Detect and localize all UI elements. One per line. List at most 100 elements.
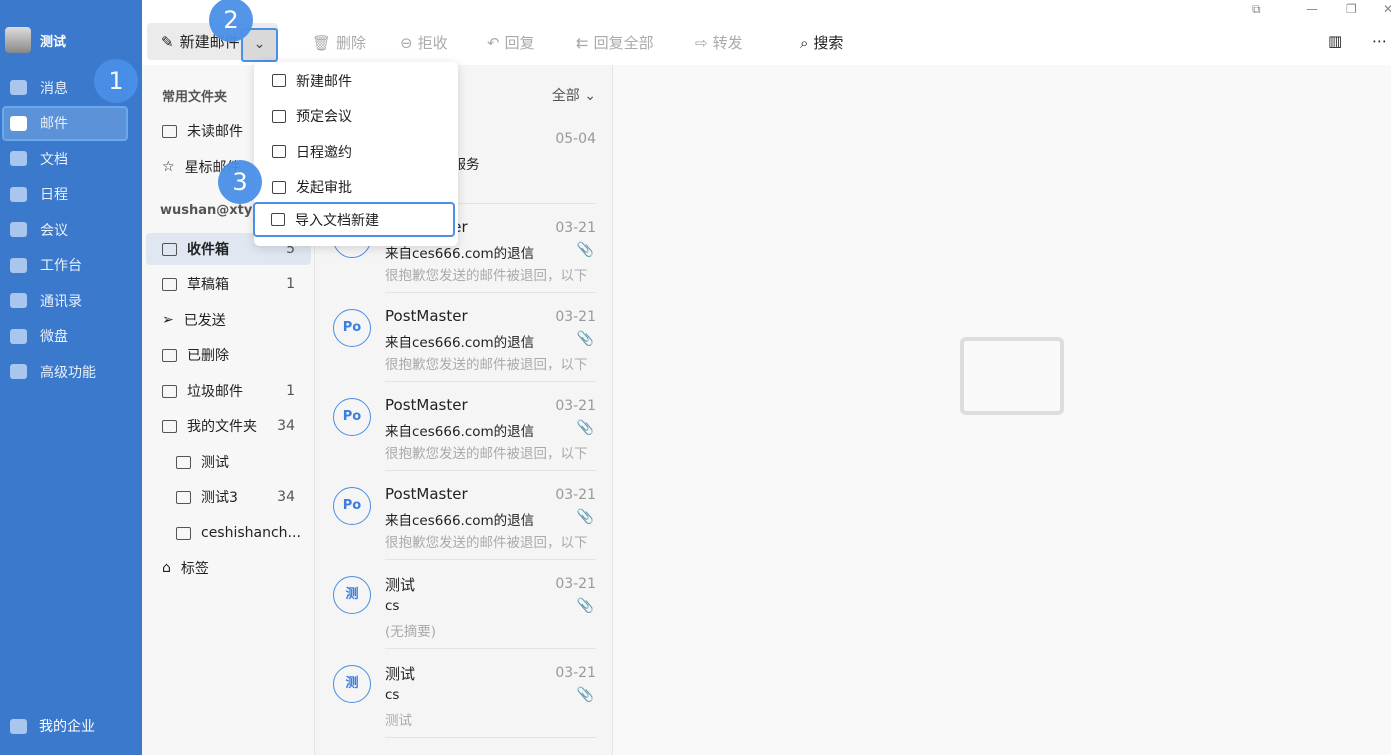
reply-all-button[interactable]: ⇇ 回复全部	[576, 32, 654, 53]
divider	[385, 737, 596, 738]
mail-date: 03-21	[555, 576, 596, 592]
common-folders-header: 常用文件夹	[162, 90, 228, 105]
folder-count: 1	[286, 276, 295, 292]
folder-sent[interactable]: ➢ 已发送	[146, 304, 311, 336]
folder-icon	[176, 455, 191, 469]
sidebar-item-contacts[interactable]: 通讯录	[0, 283, 142, 319]
folder-sub[interactable]: ceshishanch...	[146, 517, 311, 549]
folder-drafts[interactable]: 草稿箱 1	[146, 268, 311, 300]
mail-list-item[interactable]: Po PostMaster 03-21 来自ces666.com的退信很抱歉您发送的邮…	[315, 382, 612, 471]
search-label: 搜索	[813, 34, 844, 52]
menu-item-label: 导入文档新建	[295, 212, 379, 229]
sidebar-item-premium[interactable]: 高级功能	[0, 354, 142, 390]
search-icon: ⌕	[800, 33, 809, 52]
premium-icon	[10, 364, 27, 380]
compose-icon: ✎	[161, 32, 174, 51]
filter-dropdown[interactable]: 全部 ⌄	[552, 85, 596, 105]
reply-icon: ↶	[487, 33, 500, 52]
menu-item[interactable]: 导入文档新建	[253, 202, 455, 237]
mail-summary: 很抱歉您发送的邮件被退回，以下	[385, 357, 588, 373]
attachment-icon: 📎	[576, 420, 594, 436]
mail-icon	[272, 74, 286, 87]
folder-label: 已发送	[183, 313, 226, 329]
mail-subject: 来自ces666.com的退信	[385, 335, 535, 351]
close-icon[interactable]: ✕	[1383, 2, 1391, 16]
search-button[interactable]: ⌕ 搜索	[800, 32, 843, 53]
sidebar-item-drive[interactable]: 微盘	[0, 319, 142, 355]
send-icon: ➢	[162, 312, 174, 328]
mail-list-item[interactable]: Po PostMaster 03-21 来自ces666.com的退信很抱歉您发送的邮…	[315, 293, 612, 382]
mail-list-item[interactable]: Po PostMaster 03-21 来自ces666.com的退信很抱歉您发送的邮…	[315, 471, 612, 560]
mail-date: 03-21	[555, 665, 596, 681]
mail-list-item[interactable]: 测测试 03-21 cs (无摘要) 📎	[315, 560, 612, 649]
attachment-icon: 📎	[576, 242, 594, 258]
reject-button[interactable]: ⊖ 拒收	[400, 32, 448, 53]
more-button[interactable]: ⋯	[1372, 32, 1387, 50]
folder-count: 34	[277, 418, 295, 434]
forward-button[interactable]: ⇨ 转发	[695, 32, 743, 53]
folder-my-folders[interactable]: 我的文件夹 34	[146, 410, 311, 442]
folder-label: 测试3	[201, 490, 238, 506]
trash-icon	[162, 348, 177, 362]
drive-icon	[10, 328, 27, 344]
sidebar-item-meeting[interactable]: 会议	[0, 212, 142, 248]
menu-item[interactable]: 新建邮件	[254, 63, 458, 98]
mail-summary: 很抱歉您发送的邮件被退回，以下	[385, 446, 588, 462]
sidebar: 测试 消息邮件文档日程会议 工作台 通讯录 微盘 高级功能 我的企业	[0, 0, 142, 755]
pin-icon[interactable]: ⧉	[1252, 2, 1261, 17]
menu-item[interactable]: 日程邀约	[254, 134, 458, 169]
folder-sub[interactable]: 测试3 34	[146, 481, 311, 513]
account-header[interactable]: wushan@xty3	[160, 203, 261, 218]
folder-deleted[interactable]: 已删除	[146, 339, 311, 371]
user-name: 测试	[40, 34, 67, 50]
attachment-icon: 📎	[576, 687, 594, 703]
chevron-down-icon: ⌄	[253, 36, 266, 52]
folder-label: 未读邮件	[187, 124, 243, 140]
mail-subject: 来自ces666.com的退信	[385, 513, 535, 529]
doc-icon	[10, 151, 27, 167]
avatar	[5, 27, 31, 53]
layout-toggle[interactable]: ▥	[1328, 32, 1342, 50]
minus-circle-icon: ⊖	[400, 33, 413, 52]
reply-button[interactable]: ↶ 回复	[487, 32, 535, 53]
sidebar-item-calendar[interactable]: 日程	[0, 177, 142, 213]
mail-sender: PostMaster	[385, 485, 468, 503]
menu-item[interactable]: 预定会议	[254, 99, 458, 134]
folder-spam[interactable]: 垃圾邮件 1	[146, 375, 311, 407]
filter-label: 全部	[551, 88, 580, 104]
mail-subject: 来自ces666.com的退信	[385, 424, 535, 440]
sidebar-item-apps[interactable]: 工作台	[0, 248, 142, 284]
spam-icon	[162, 384, 177, 398]
sidebar-item-label: 日程	[40, 187, 68, 204]
sender-avatar: Po	[333, 487, 371, 525]
star-icon: ☆	[162, 159, 175, 175]
attachment-icon: 📎	[576, 598, 594, 614]
sidebar-item-label: 邮件	[40, 116, 68, 133]
chevron-down-icon: ⌄	[584, 88, 596, 104]
sidebar-item-label: 消息	[40, 80, 68, 97]
mail-list-item[interactable]: 测测试 03-21 cs 测试 📎	[315, 649, 612, 738]
enterprise-link[interactable]: 我的企业	[10, 716, 95, 736]
envelope-icon	[960, 337, 1064, 415]
folder-tags[interactable]: ⌂ 标签	[146, 552, 311, 584]
step-badge: 3	[218, 160, 262, 204]
menu-item[interactable]: 发起审批	[254, 170, 458, 205]
sidebar-item-mail[interactable]: 邮件	[2, 105, 128, 141]
menu-item-label: 新建邮件	[296, 73, 352, 90]
mail-sender: 测试	[385, 576, 416, 594]
folder-sub[interactable]: 测试	[146, 446, 311, 478]
delete-button[interactable]: 🗑 删除	[312, 32, 366, 53]
step-badge: 1	[94, 59, 138, 103]
reply-label: 回复	[504, 34, 535, 52]
step-badge: 2	[209, 0, 253, 42]
mail-summary: 很抱歉您发送的邮件被退回，以下	[385, 268, 588, 284]
mail-sender: PostMaster	[385, 307, 468, 325]
maximize-icon[interactable]: ❐	[1346, 2, 1357, 16]
minimize-icon[interactable]: —	[1306, 2, 1318, 16]
user-profile[interactable]: 测试	[5, 27, 66, 53]
calendar-check-icon	[272, 109, 286, 123]
folder-count: 34	[277, 489, 295, 505]
mail-date: 05-04	[555, 131, 596, 147]
sidebar-item-doc[interactable]: 文档	[0, 141, 142, 177]
layout-icon: ▥	[1328, 32, 1343, 50]
